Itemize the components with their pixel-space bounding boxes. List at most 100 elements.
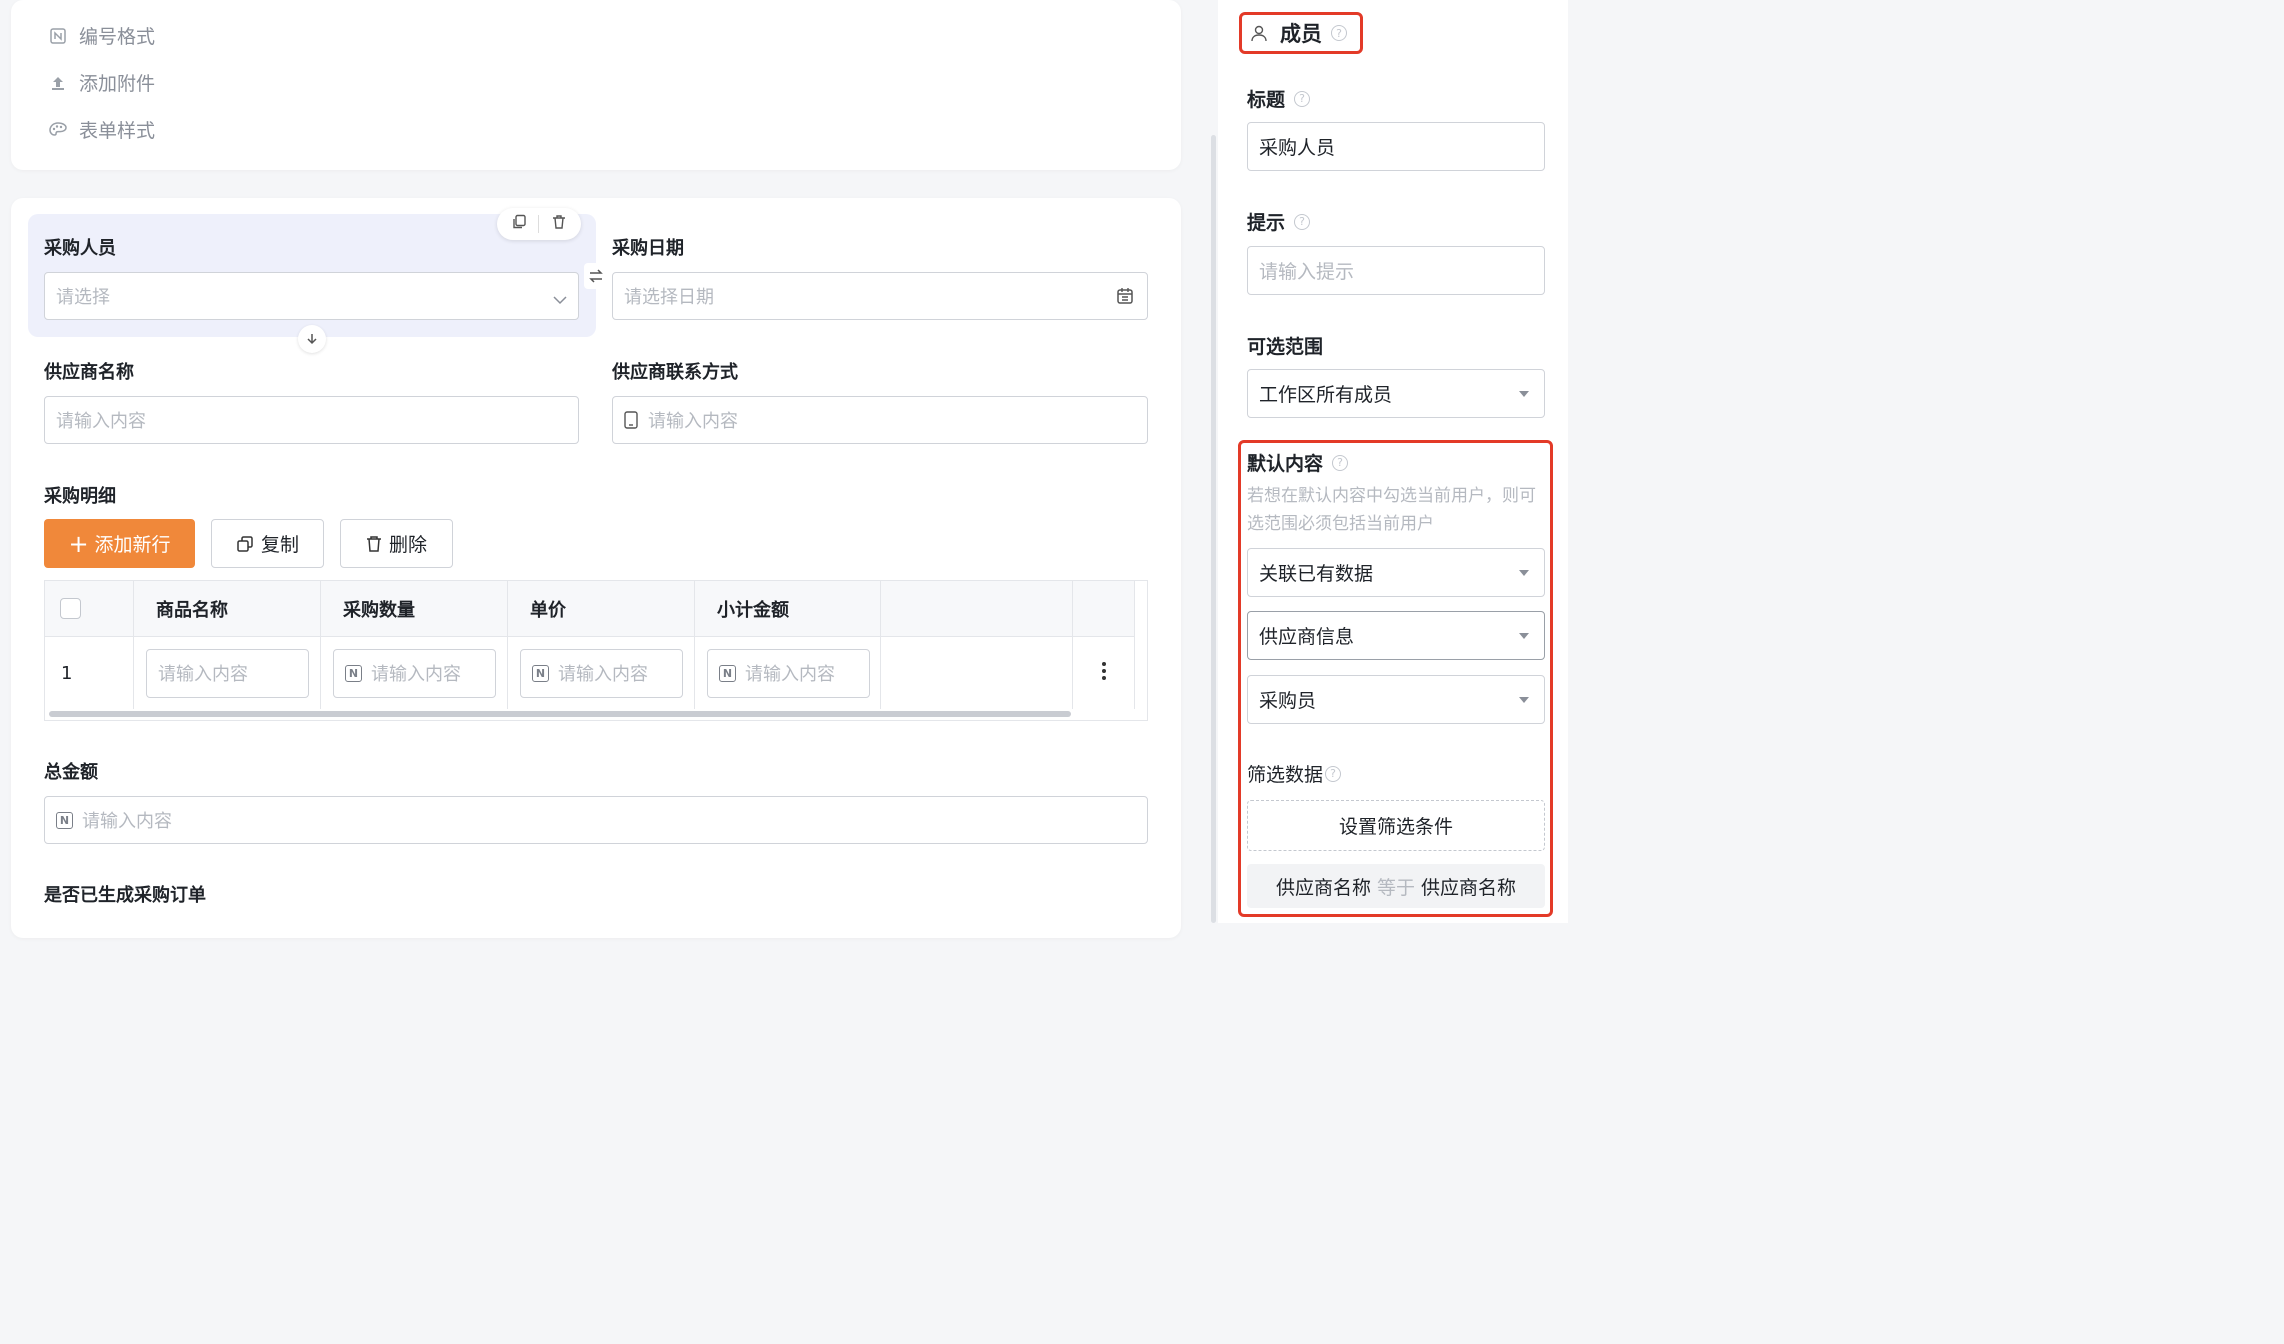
default-mode-select[interactable]: 关联已有数据	[1247, 548, 1545, 597]
delete-row-label: 删除	[388, 534, 427, 556]
default-source-select[interactable]: 供应商信息	[1247, 611, 1545, 660]
cell-placeholder: 请输入内容	[371, 664, 461, 685]
default-source-value: 供应商信息	[1259, 626, 1355, 648]
set-filter-label: 设置筛选条件	[1338, 816, 1453, 838]
details-table: 商品名称 采购数量 单价 小计金额 1 请输入内容 N 请输入内容 N 请输入内容 …	[44, 580, 1148, 721]
supplier-name-input[interactable]: 请输入内容	[44, 396, 579, 444]
field-toolbar	[497, 208, 581, 240]
cell-placeholder: 请输入内容	[558, 664, 648, 685]
title-value: 采购人员	[1259, 137, 1336, 159]
copy-icon	[236, 535, 254, 553]
column-header: 单价	[508, 581, 695, 637]
table-cell: N 请输入内容	[508, 637, 695, 709]
canvas-scrollbar[interactable]	[1211, 135, 1216, 923]
row-actions	[1073, 637, 1135, 709]
chevron-down-icon	[553, 289, 567, 310]
cell-placeholder: 请输入内容	[745, 664, 835, 685]
order-generated-label: 是否已生成采购订单	[44, 885, 206, 906]
copy-row-label: 复制	[260, 534, 299, 556]
range-value: 工作区所有成员	[1259, 384, 1393, 406]
hint-setting-text: 提示	[1247, 212, 1286, 234]
filter-label: 筛选数据 ?	[1247, 760, 1342, 787]
add-row-button[interactable]: + 添加新行	[44, 519, 195, 568]
subtotal-input[interactable]: N 请输入内容	[707, 648, 870, 698]
duplicate-field-icon[interactable]	[511, 214, 527, 235]
column-header-empty	[881, 581, 1073, 637]
add-attachment-option[interactable]: 添加附件	[49, 69, 155, 96]
table-horizontal-scrollbar[interactable]	[49, 711, 1071, 717]
supplier-contact-input[interactable]: 请输入内容	[612, 396, 1148, 444]
help-icon[interactable]: ?	[1294, 213, 1311, 230]
number-format-icon	[49, 27, 67, 45]
phone-icon	[624, 411, 638, 429]
date-picker[interactable]: 请选择日期	[612, 272, 1148, 320]
hint-setting-label: 提示 ?	[1247, 208, 1311, 235]
number-format-option[interactable]: 编号格式	[49, 22, 155, 49]
supplier-contact-label: 供应商联系方式	[612, 362, 738, 383]
select-all-header	[45, 581, 134, 637]
help-icon[interactable]: ?	[1294, 90, 1311, 107]
swap-icon[interactable]	[584, 263, 608, 289]
column-header: 小计金额	[695, 581, 881, 637]
buyer-label: 采购人员	[44, 238, 116, 259]
toolbar-divider	[538, 215, 540, 233]
buyer-select[interactable]: 请选择	[44, 272, 579, 320]
trash-icon	[366, 535, 382, 553]
default-setting-text: 默认内容	[1247, 453, 1324, 475]
total-label: 总金额	[44, 762, 98, 783]
row-index: 1	[45, 637, 134, 709]
hint-placeholder: 请输入提示	[1259, 261, 1355, 283]
table-cell: N 请输入内容	[695, 637, 881, 709]
delete-row-button[interactable]: 删除	[340, 519, 453, 568]
unit-price-input[interactable]: N 请输入内容	[520, 648, 683, 698]
form-style-label: 表单样式	[79, 120, 156, 142]
number-format-label: 编号格式	[79, 26, 156, 48]
plus-icon: +	[68, 529, 89, 558]
table-cell-empty	[881, 637, 1073, 709]
number-icon: N	[719, 664, 736, 682]
total-input[interactable]: N 请输入内容	[44, 796, 1148, 844]
palette-icon	[49, 121, 67, 139]
set-filter-button[interactable]: 设置筛选条件	[1247, 800, 1545, 851]
cell-placeholder: 请输入内容	[158, 664, 248, 685]
date-placeholder: 请选择日期	[624, 287, 714, 308]
quantity-input[interactable]: N 请输入内容	[333, 648, 496, 698]
default-field-select[interactable]: 采购员	[1247, 675, 1545, 724]
column-header: 采购数量	[321, 581, 508, 637]
caret-down-icon	[1519, 697, 1529, 703]
more-vertical-icon[interactable]	[1101, 661, 1107, 686]
user-icon	[1250, 24, 1268, 42]
help-icon[interactable]: ?	[1325, 765, 1342, 782]
supplier-contact-placeholder: 请输入内容	[648, 411, 738, 432]
supplier-name-placeholder: 请输入内容	[56, 411, 146, 432]
filter-rule[interactable]: 供应商名称 等于 供应商名称	[1247, 864, 1545, 908]
filter-rule-right: 供应商名称	[1421, 876, 1517, 899]
range-setting-label: 可选范围	[1247, 336, 1324, 358]
default-field-value: 采购员	[1259, 690, 1317, 712]
settings-card: 编号格式 添加附件 表单样式	[11, 0, 1181, 170]
hint-input[interactable]: 请输入提示	[1247, 246, 1545, 295]
move-down-icon[interactable]	[298, 325, 326, 353]
calendar-icon	[1116, 287, 1134, 310]
caret-down-icon	[1519, 570, 1529, 576]
help-icon[interactable]: ?	[1332, 454, 1349, 471]
help-icon[interactable]: ?	[1331, 25, 1347, 41]
field-type-header: 成员 ?	[1250, 18, 1347, 48]
field-type-label: 成员	[1280, 22, 1322, 46]
upload-icon	[49, 74, 67, 92]
column-header-actions	[1073, 581, 1135, 637]
total-placeholder: 请输入内容	[82, 811, 172, 832]
date-label: 采购日期	[612, 238, 684, 259]
title-input[interactable]: 采购人员	[1247, 122, 1545, 171]
number-icon: N	[345, 664, 362, 682]
column-header: 商品名称	[134, 581, 321, 637]
delete-field-icon[interactable]	[551, 214, 567, 235]
default-mode-value: 关联已有数据	[1259, 563, 1374, 585]
range-select[interactable]: 工作区所有成员	[1247, 369, 1545, 418]
copy-row-button[interactable]: 复制	[211, 519, 324, 568]
product-name-input[interactable]: 请输入内容	[146, 648, 309, 698]
form-style-option[interactable]: 表单样式	[49, 116, 155, 143]
title-setting-text: 标题	[1247, 89, 1286, 111]
number-icon: N	[532, 664, 549, 682]
select-all-checkbox[interactable]	[60, 598, 81, 619]
